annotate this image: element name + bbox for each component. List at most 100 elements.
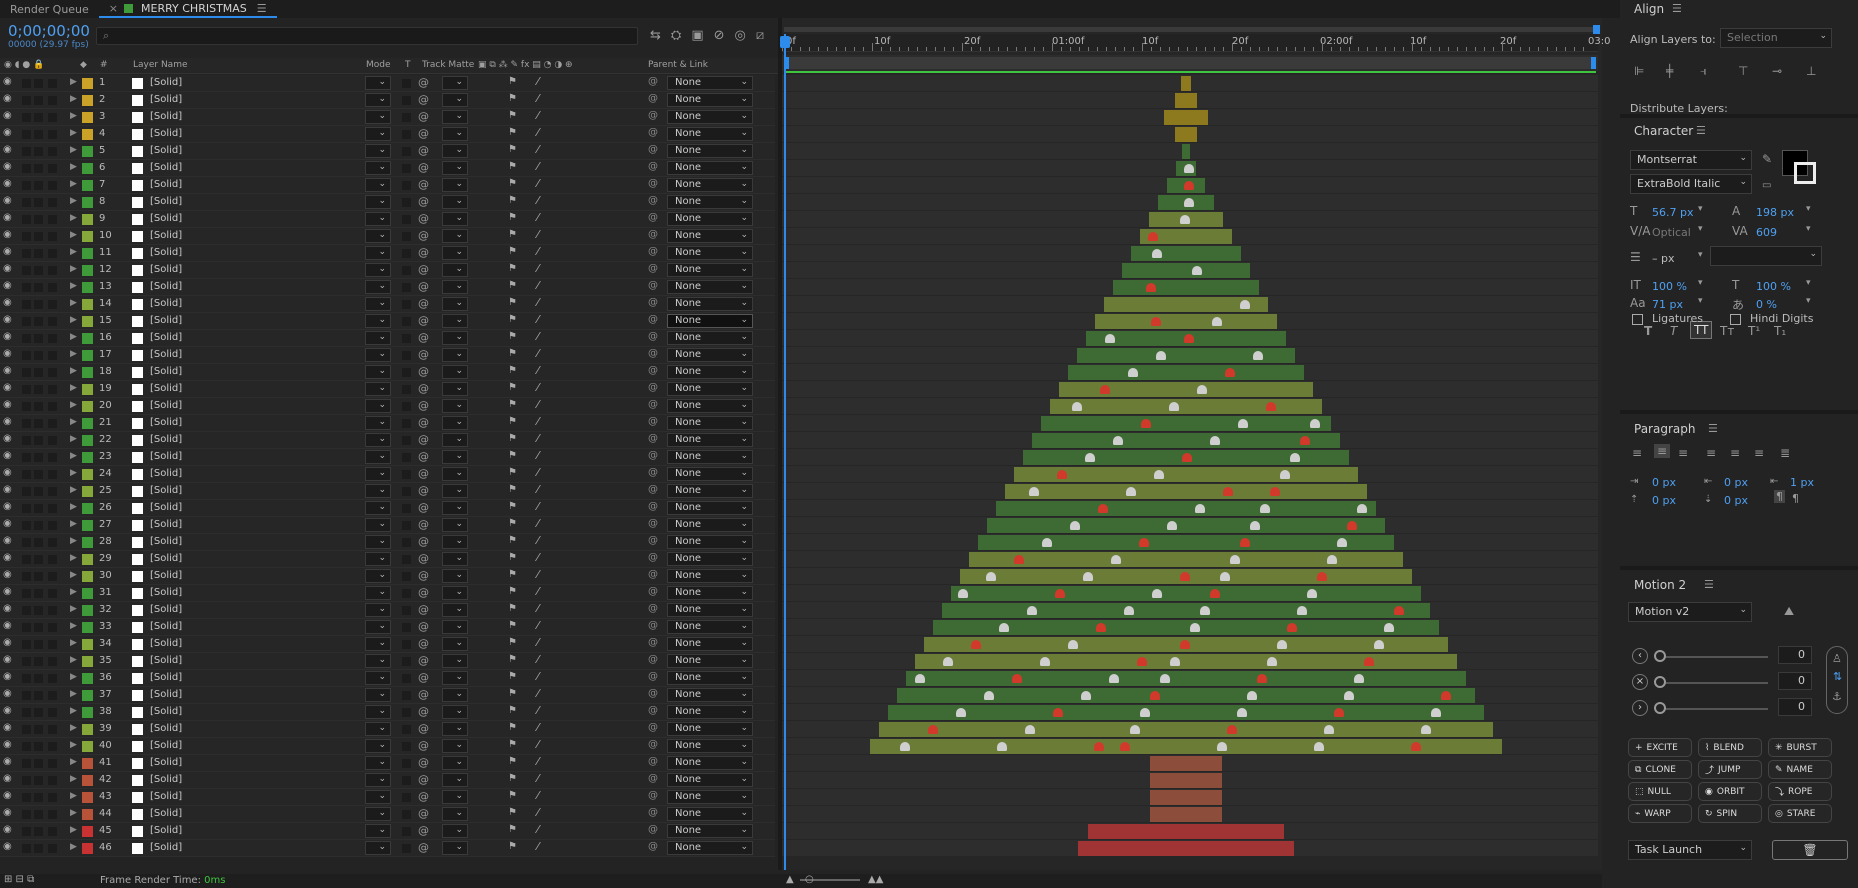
matte-pickwhip-icon[interactable]: @ <box>418 671 429 684</box>
visibility-eye-icon[interactable]: ◉ <box>3 756 12 767</box>
matte-pickwhip-icon[interactable]: @ <box>418 450 429 463</box>
blend-mode-select[interactable]: ⌄ <box>365 807 391 821</box>
audio-toggle[interactable] <box>22 725 31 734</box>
blend-mode-select[interactable]: ⌄ <box>365 365 391 379</box>
layer-duration-bar[interactable] <box>879 722 1493 737</box>
label-color-swatch[interactable] <box>82 129 93 140</box>
quality-switch-icon[interactable]: ⁄ <box>537 500 539 513</box>
visibility-eye-icon[interactable]: ◉ <box>3 161 12 172</box>
preserve-transparency-toggle[interactable] <box>402 453 411 462</box>
keyframe-marker[interactable] <box>1070 521 1080 530</box>
ease-both-slider[interactable] <box>1656 682 1768 684</box>
matte-pickwhip-icon[interactable]: @ <box>418 773 429 786</box>
label-color-swatch[interactable] <box>82 316 93 327</box>
lock-toggle[interactable] <box>48 555 57 564</box>
track-matte-select[interactable]: ⌄ <box>442 535 468 549</box>
layer-duration-bar[interactable] <box>1150 790 1222 805</box>
quality-switch-icon[interactable]: ⁄ <box>537 347 539 360</box>
audio-toggle[interactable] <box>22 844 31 853</box>
blend-mode-select[interactable]: ⌄ <box>365 722 391 736</box>
matte-pickwhip-icon[interactable]: @ <box>418 433 429 446</box>
audio-toggle[interactable] <box>22 572 31 581</box>
layer-row[interactable]: ◉ ▶ 34 [Solid] ⌄ @ ⌄ ⚑ ⁄ @ None ⌄ <box>0 636 775 653</box>
shy-switch-icon[interactable]: ⚑ <box>508 467 517 478</box>
track-matte-select[interactable]: ⌄ <box>442 399 468 413</box>
layer-row[interactable]: ◉ ▶ 44 [Solid] ⌄ @ ⌄ ⚑ ⁄ @ None ⌄ <box>0 806 775 823</box>
keyframe-marker[interactable] <box>1160 674 1170 683</box>
layer-name[interactable]: [Solid] <box>150 604 182 615</box>
blend-mode-select[interactable]: ⌄ <box>365 790 391 804</box>
layer-search-input[interactable]: ⌕ <box>96 27 638 45</box>
solo-toggle[interactable] <box>34 232 43 241</box>
lock-toggle[interactable] <box>48 164 57 173</box>
track-matte-select[interactable]: ⌄ <box>442 212 468 226</box>
parent-select[interactable]: None ⌄ <box>667 399 753 413</box>
keyframe-marker[interactable] <box>1192 266 1202 275</box>
draft-3d-icon[interactable]: ⛭ <box>671 28 681 43</box>
chevron-down-icon[interactable]: ▾ <box>1698 250 1703 260</box>
keyframe-marker[interactable] <box>1098 504 1108 513</box>
layer-name[interactable]: [Solid] <box>150 298 182 309</box>
lock-toggle[interactable] <box>48 538 57 547</box>
layer-row[interactable]: ◉ ▶ 45 [Solid] ⌄ @ ⌄ ⚑ ⁄ @ None ⌄ <box>0 823 775 840</box>
tracking-value[interactable]: 609 <box>1756 226 1777 239</box>
audio-toggle[interactable] <box>22 181 31 190</box>
ltr-direction-icon[interactable]: ¶ <box>1774 490 1785 503</box>
track-matte-select[interactable]: ⌄ <box>442 229 468 243</box>
parent-select[interactable]: None ⌄ <box>667 824 753 838</box>
matte-pickwhip-icon[interactable]: @ <box>418 382 429 395</box>
blend-mode-select[interactable]: ⌄ <box>365 195 391 209</box>
expand-triangle-icon[interactable]: ▶ <box>70 179 77 189</box>
layer-duration-bar[interactable] <box>1059 382 1313 397</box>
layer-name[interactable]: [Solid] <box>150 434 182 445</box>
ease-in-knob[interactable] <box>1654 650 1666 662</box>
paragraph-menu-icon[interactable]: ☰ <box>1708 422 1718 435</box>
shy-switch-icon[interactable]: ⚑ <box>508 297 517 308</box>
keyframe-marker[interactable] <box>1042 538 1052 547</box>
keyframe-marker[interactable] <box>1085 453 1095 462</box>
parent-pickwhip-icon[interactable]: @ <box>648 246 658 257</box>
layer-name[interactable]: [Solid] <box>150 536 182 547</box>
expand-triangle-icon[interactable]: ▶ <box>70 94 77 104</box>
solo-toggle[interactable] <box>34 555 43 564</box>
preserve-transparency-toggle[interactable] <box>402 113 411 122</box>
keyframe-marker[interactable] <box>1139 538 1149 547</box>
parent-select[interactable]: None ⌄ <box>667 739 753 753</box>
audio-toggle[interactable] <box>22 793 31 802</box>
visibility-eye-icon[interactable]: ◉ <box>3 246 12 257</box>
zoom-in-icon[interactable]: ▲▲ <box>868 874 883 885</box>
expand-triangle-icon[interactable]: ▶ <box>70 808 77 818</box>
shy-switch-icon[interactable]: ⚑ <box>508 280 517 291</box>
blend-mode-select[interactable]: ⌄ <box>365 110 391 124</box>
label-color-swatch[interactable] <box>82 78 93 89</box>
solo-toggle[interactable] <box>34 334 43 343</box>
layer-name[interactable]: [Solid] <box>150 621 182 632</box>
shy-switch-icon[interactable]: ⚑ <box>508 501 517 512</box>
expand-triangle-icon[interactable]: ▶ <box>70 162 77 172</box>
matte-pickwhip-icon[interactable]: @ <box>418 280 429 293</box>
quality-switch-icon[interactable]: ⁄ <box>537 738 539 751</box>
layer-duration-bar[interactable] <box>870 739 1502 754</box>
keyframe-marker[interactable] <box>1113 436 1123 445</box>
quality-switch-icon[interactable]: ⁄ <box>537 160 539 173</box>
expand-triangle-icon[interactable]: ▶ <box>70 111 77 121</box>
layer-duration-bar[interactable] <box>942 603 1430 618</box>
solo-toggle[interactable] <box>34 96 43 105</box>
quality-switch-icon[interactable]: ⁄ <box>537 534 539 547</box>
keyframe-marker[interactable] <box>1130 725 1140 734</box>
space-before-value[interactable]: 0 px <box>1652 494 1676 507</box>
chevron-down-icon[interactable]: ▾ <box>1806 204 1811 214</box>
layer-row[interactable]: ◉ ▶ 26 [Solid] ⌄ @ ⌄ ⚑ ⁄ @ None ⌄ <box>0 500 775 517</box>
audio-toggle[interactable] <box>22 759 31 768</box>
visibility-eye-icon[interactable]: ◉ <box>3 637 12 648</box>
layer-duration-bar[interactable] <box>1050 399 1322 414</box>
parent-pickwhip-icon[interactable]: @ <box>648 807 658 818</box>
audio-toggle[interactable] <box>22 317 31 326</box>
visibility-eye-icon[interactable]: ◉ <box>3 297 12 308</box>
quality-switch-icon[interactable]: ⁄ <box>537 398 539 411</box>
visibility-eye-icon[interactable]: ◉ <box>3 450 12 461</box>
parent-pickwhip-icon[interactable]: @ <box>648 110 658 121</box>
audio-toggle[interactable] <box>22 147 31 156</box>
label-color-swatch[interactable] <box>82 299 93 310</box>
layer-duration-bar[interactable] <box>1032 433 1340 448</box>
